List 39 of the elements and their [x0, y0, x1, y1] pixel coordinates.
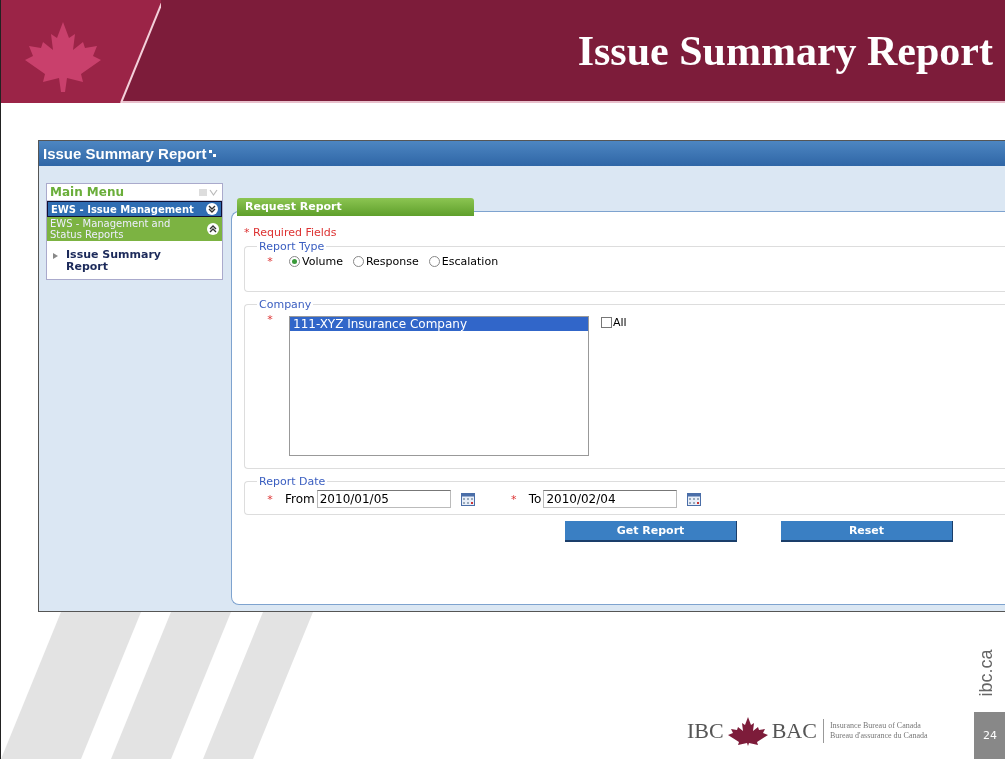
- date-label: From: [285, 492, 315, 506]
- menu-heading: Main Menu: [50, 185, 125, 199]
- maple-leaf-icon: [726, 716, 769, 746]
- collapse-chevrons-icon: [207, 223, 219, 235]
- group-legend: Company: [257, 298, 314, 311]
- calendar-icon[interactable]: [460, 492, 475, 506]
- action-button[interactable]: Get Report: [565, 521, 737, 542]
- grip-chevron-icon[interactable]: [199, 187, 219, 197]
- date-field[interactable]: 2010/02/04: [543, 490, 678, 508]
- date-label: To: [528, 492, 542, 506]
- expand-chevrons-icon: [206, 203, 218, 215]
- arrow-icon: [53, 253, 58, 259]
- calendar-icon[interactable]: [687, 492, 702, 506]
- logo-text: BAC: [771, 718, 817, 744]
- app-title: Issue Summary Report: [43, 145, 207, 162]
- menu-item[interactable]: Issue Summary Report: [47, 241, 222, 279]
- radio-option[interactable]: Volume: [289, 255, 343, 268]
- required-note: * Required Fields: [244, 226, 338, 239]
- radio-option[interactable]: Escalation: [428, 255, 499, 268]
- required-mark: *: [266, 313, 274, 326]
- action-button[interactable]: Reset: [781, 521, 953, 542]
- required-mark: *: [510, 492, 518, 506]
- date-field[interactable]: 2010/01/05: [316, 490, 451, 508]
- list-item[interactable]: 111-XYZ Insurance Company: [290, 317, 588, 331]
- logo-caption: Insurance Bureau of Canada: [829, 721, 922, 731]
- site-address: ibc.ca: [975, 648, 997, 697]
- radio-option[interactable]: Response: [352, 255, 419, 268]
- slide-title: Issue Summary Report: [577, 26, 994, 75]
- menu-group[interactable]: EWS - Issue Management: [47, 201, 222, 217]
- group-legend: Report Date: [257, 475, 328, 488]
- required-mark: *: [266, 492, 274, 506]
- group-legend: Report Type: [257, 240, 327, 253]
- company-list[interactable]: 111-XYZ Insurance Company: [289, 316, 589, 456]
- logo-text: IBC: [687, 718, 724, 744]
- page-number: 24: [974, 712, 1005, 759]
- dots-icon: [209, 149, 218, 158]
- all-checkbox[interactable]: All: [601, 316, 627, 329]
- required-mark: *: [266, 255, 274, 268]
- logo-caption: Bureau d'assurance du Canada: [829, 731, 928, 741]
